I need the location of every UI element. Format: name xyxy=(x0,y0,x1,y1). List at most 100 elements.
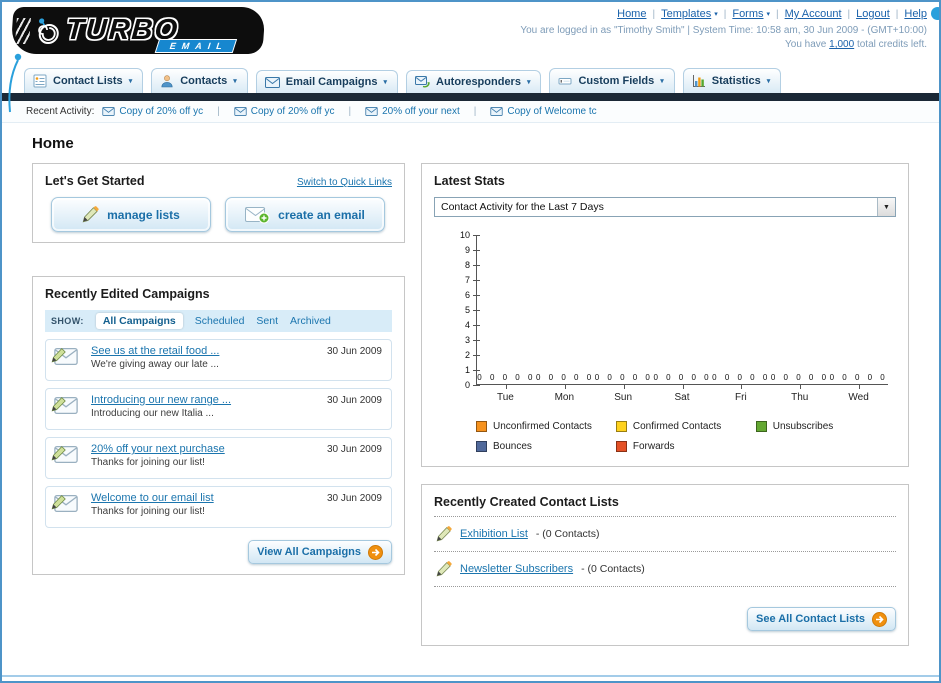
chart-y-tick-label: 5 xyxy=(464,305,470,315)
header-utility: Home Templates▾ Forms▾ My Account Logout… xyxy=(520,8,927,50)
recent-activity-item[interactable]: 20% off your next xyxy=(365,106,460,117)
chart-value-labels: 0 0 0 0 0 xyxy=(712,373,771,382)
main-content: Home Let's Get Started Switch to Quick L… xyxy=(2,123,939,646)
chart-value-labels: 0 0 0 0 0 xyxy=(770,373,830,382)
chart-x-label: Fri xyxy=(735,392,747,403)
get-started-panel: Let's Get Started Switch to Quick Links … xyxy=(32,163,405,243)
chart-x-label: Thu xyxy=(791,392,809,403)
campaigns-panel-title: Recently Edited Campaigns xyxy=(45,287,210,301)
campaign-row[interactable]: Introducing our new range ... Introducin… xyxy=(45,388,392,430)
campaign-date: 30 Jun 2009 xyxy=(326,444,382,455)
see-all-contact-lists-button[interactable]: See All Contact Lists xyxy=(746,607,896,631)
nav-link-home[interactable]: Home xyxy=(617,8,646,20)
legend-label: Bounces xyxy=(493,441,532,452)
turbo-email-logo: TURBO EMAIL xyxy=(10,7,266,54)
logo-cable-decoration xyxy=(8,53,22,113)
manage-lists-button[interactable]: manage lists xyxy=(51,197,211,232)
chart-value-labels: 0 0 0 0 0 xyxy=(653,373,712,382)
legend-item: Confirmed Contacts xyxy=(615,421,756,432)
decor-dot xyxy=(931,7,939,20)
nav-link-logout[interactable]: Logout xyxy=(856,8,890,20)
email-icon xyxy=(102,107,115,116)
chart-value-labels: 0 0 0 0 0 xyxy=(829,373,888,382)
campaign-edit-icon xyxy=(51,348,82,374)
nav-link-my-account[interactable]: My Account xyxy=(785,8,842,20)
tab-email-campaigns[interactable]: Email Campaigns ▾ xyxy=(255,70,398,93)
chart-y-tick-label: 0 xyxy=(464,380,470,390)
campaign-row[interactable]: Welcome to our email list Thanks for joi… xyxy=(45,486,392,528)
tab-statistics[interactable]: Statistics ▾ xyxy=(682,68,782,93)
credits-prefix: You have xyxy=(785,39,827,50)
page-title: Home xyxy=(32,135,74,152)
filter-tab-archived[interactable]: Archived xyxy=(290,315,331,327)
bar-chart-icon xyxy=(692,74,706,88)
recent-activity-item[interactable]: Copy of 20% off yc xyxy=(102,106,203,117)
snail-logo-icon xyxy=(38,17,59,44)
contact-list-name-link[interactable]: Exhibition List xyxy=(460,528,528,540)
nav-link-forms[interactable]: Forms xyxy=(732,8,763,20)
tab-custom-fields[interactable]: Custom Fields ▾ xyxy=(549,68,675,93)
tab-autoresponders[interactable]: Autoresponders ▾ xyxy=(406,70,542,93)
chart-legend: Unconfirmed Contacts Confirmed Contacts Un… xyxy=(476,421,896,452)
chart-bar-group: 0 0 0 0 0 xyxy=(770,235,830,389)
chevron-down-icon: ▾ xyxy=(383,79,387,86)
campaign-title-link[interactable]: Introducing our new range ... xyxy=(91,394,231,406)
chart-y-tick-label: 3 xyxy=(464,335,470,345)
credits-info: You have 1,000 total credits left. xyxy=(520,39,927,50)
campaign-edit-icon xyxy=(51,446,82,472)
arrow-right-icon xyxy=(368,544,383,560)
view-all-campaigns-button[interactable]: View All Campaigns xyxy=(248,540,392,564)
contact-list-row[interactable]: Newsletter Subscribers - (0 Contacts) xyxy=(434,552,896,587)
tab-contacts[interactable]: Contacts ▾ xyxy=(151,68,248,93)
filter-tab-all-campaigns[interactable]: All Campaigns xyxy=(95,313,183,329)
app-window: TURBO EMAIL Home Templates▾ Forms▾ My Ac… xyxy=(0,0,941,683)
tab-contact-lists[interactable]: Contact Lists ▾ xyxy=(24,68,144,93)
create-email-button[interactable]: create an email xyxy=(225,197,385,232)
chart-y-tick-label: 1 xyxy=(464,365,470,375)
chart-bar-group: 0 0 0 0 0 xyxy=(653,235,712,389)
chart-bar-group: 0 0 0 0 0 xyxy=(477,235,536,389)
stats-chart: 0 1 2 3 4 5 6 7 8 9 10 0 0 0 0 00 0 0 0 00 0 0 0 0… xyxy=(434,230,896,403)
legend-swatch xyxy=(755,421,767,432)
chart-y-tick-label: 2 xyxy=(464,350,470,360)
contact-list-count: - (0 Contacts) xyxy=(581,563,645,575)
nav-link-help[interactable]: Help xyxy=(904,8,927,20)
chart-y-tick-label: 4 xyxy=(464,320,470,330)
campaign-subject: Thanks for joining our list! xyxy=(91,506,205,517)
chart-bar-group: 0 0 0 0 0 xyxy=(712,235,771,389)
credits-value-link[interactable]: 1,000 xyxy=(829,39,854,50)
filter-tab-scheduled[interactable]: Scheduled xyxy=(195,315,245,327)
legend-label: Unconfirmed Contacts xyxy=(493,421,592,432)
legend-item: Unsubscribes xyxy=(755,421,896,432)
header: TURBO EMAIL Home Templates▾ Forms▾ My Ac… xyxy=(2,2,939,113)
stats-period-select[interactable]: Contact Activity for the Last 7 Days ▼ xyxy=(434,197,896,217)
logo-speed-lines-icon xyxy=(15,17,31,44)
recent-activity-item[interactable]: Copy of 20% off yc xyxy=(234,106,334,117)
legend-swatch xyxy=(476,421,487,432)
recent-activity-item[interactable]: Copy of Welcome tc xyxy=(490,106,597,117)
campaign-row[interactable]: See us at the retail food ... We're givi… xyxy=(45,339,392,381)
login-info: You are logged in as "Timothy Smith" | S… xyxy=(520,25,927,36)
filter-tab-sent[interactable]: Sent xyxy=(256,315,278,327)
campaigns-filter-bar: SHOW: All Campaigns Scheduled Sent Archi… xyxy=(45,310,392,332)
chart-y-tick-label: 9 xyxy=(464,245,470,255)
nav-link-templates[interactable]: Templates xyxy=(661,8,711,20)
switch-quick-links-link[interactable]: Switch to Quick Links xyxy=(297,177,392,188)
utility-nav: Home Templates▾ Forms▾ My Account Logout… xyxy=(520,8,927,20)
legend-swatch xyxy=(615,421,627,432)
legend-label: Unsubscribes xyxy=(772,421,834,432)
campaign-title-link[interactable]: See us at the retail food ... xyxy=(91,345,219,357)
campaign-title-link[interactable]: Welcome to our email list xyxy=(91,492,214,504)
contact-list-count: - (0 Contacts) xyxy=(535,528,600,540)
campaign-row[interactable]: 20% off your next purchase Thanks for jo… xyxy=(45,437,392,479)
campaign-edit-icon xyxy=(51,397,82,423)
chart-y-tick-label: 8 xyxy=(464,260,470,270)
contact-list-name-link[interactable]: Newsletter Subscribers xyxy=(460,563,573,575)
chevron-down-icon: ▾ xyxy=(233,78,237,85)
contact-list-row[interactable]: Exhibition List - (0 Contacts) xyxy=(434,517,896,552)
campaign-title-link[interactable]: 20% off your next purchase xyxy=(91,443,225,455)
legend-swatch xyxy=(476,441,487,452)
autoresponder-icon xyxy=(415,76,430,88)
recently-edited-campaigns-panel: Recently Edited Campaigns SHOW: All Camp… xyxy=(32,276,405,575)
chart-plot: 0 0 0 0 00 0 0 0 00 0 0 0 00 0 0 0 00 0 … xyxy=(473,235,888,389)
